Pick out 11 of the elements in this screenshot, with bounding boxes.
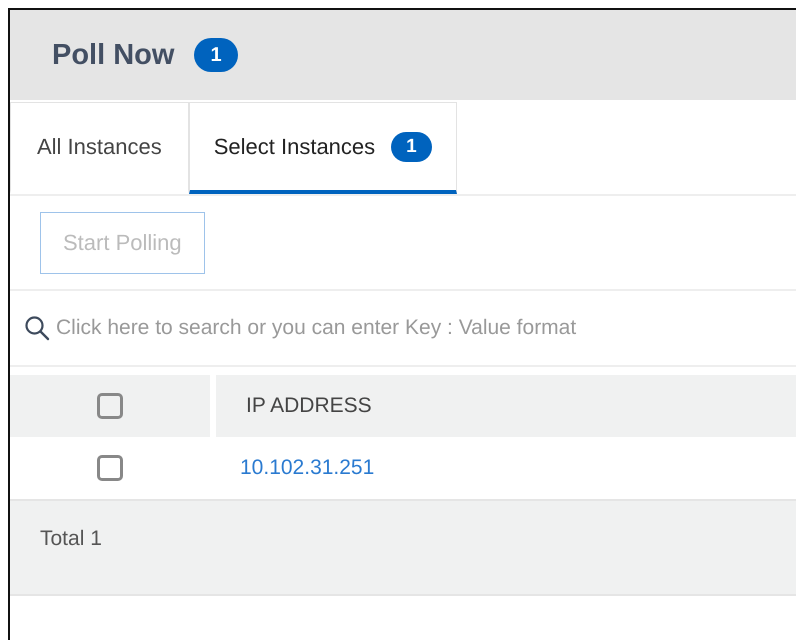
total-count: Total 1 [40, 527, 102, 550]
checkbox[interactable] [97, 393, 123, 419]
count-badge: 1 [391, 132, 432, 162]
checkbox[interactable] [97, 455, 123, 481]
panel-title: Poll Now [52, 38, 174, 72]
column-header: IP ADDRESS [246, 394, 372, 418]
tab[interactable]: Select Instances 1 [188, 102, 457, 194]
search-icon [24, 315, 50, 341]
ip-address-link[interactable]: 10.102.31.251 [240, 456, 374, 480]
count-badge: 1 [194, 38, 238, 72]
tab[interactable]: All Instances [10, 102, 189, 194]
